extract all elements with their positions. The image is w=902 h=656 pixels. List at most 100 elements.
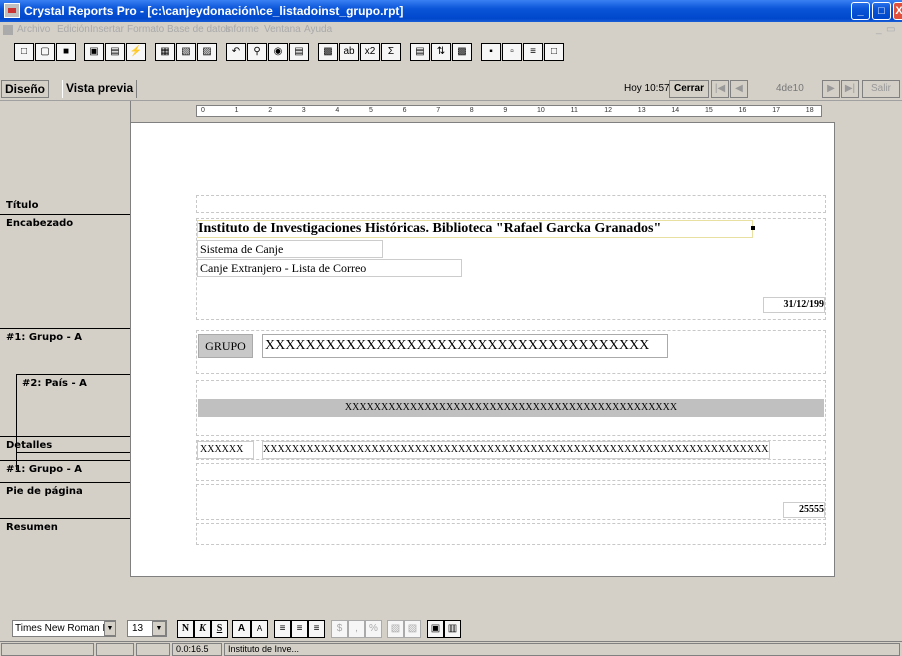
ruler-tick-label: 14 xyxy=(671,107,680,114)
horizontal-ruler[interactable]: 0 1 2 3 4 5 6 7 8 9 10 11 12 13 14 15 16 17 18 xyxy=(196,105,822,117)
save-icon[interactable]: ■ xyxy=(56,43,76,61)
comma-icon[interactable]: , xyxy=(348,620,365,638)
doc-icon[interactable] xyxy=(3,25,13,35)
align-left-icon[interactable]: ≡ xyxy=(274,620,291,638)
mdi-minimize-icon[interactable]: _ xyxy=(876,24,882,35)
section-grupo-1[interactable]: #1: Grupo - A xyxy=(6,332,82,343)
print-preview-icon[interactable]: ▣ xyxy=(84,43,104,61)
currency-icon[interactable]: $ xyxy=(331,620,348,638)
bold-button[interactable]: N xyxy=(177,620,194,638)
chevron-down-icon[interactable]: ▼ xyxy=(152,621,166,636)
date-field[interactable]: 31/12/199 xyxy=(763,297,825,313)
menu-ayuda[interactable]: Ayuda xyxy=(304,24,332,35)
exit-button[interactable]: Salir xyxy=(862,80,900,98)
percent-icon[interactable]: % xyxy=(365,620,382,638)
heading-field[interactable]: Instituto de Investigaciones Históricas.… xyxy=(197,220,753,238)
font-select[interactable]: Times New Roman I xyxy=(12,620,116,637)
menu-formato[interactable]: Formato xyxy=(127,24,164,35)
section-pais-2[interactable]: #2: País - A xyxy=(22,378,87,389)
insert-picture-icon[interactable]: ▫ xyxy=(502,43,522,61)
tab-vista-previa[interactable]: Vista previa xyxy=(62,80,138,98)
group-name-field[interactable]: XXXXXXXXXXXXXXXXXXXXXXXXXXXXXXXXXXXXXX xyxy=(262,334,668,358)
new-icon[interactable]: □ xyxy=(14,43,34,61)
section-pie-de-pagina[interactable]: Pie de página xyxy=(6,486,83,497)
insert-formula-icon[interactable]: x2 xyxy=(360,43,380,61)
format-section-icon[interactable]: ▩ xyxy=(452,43,472,61)
next-page-icon[interactable]: ▶ xyxy=(822,80,840,98)
insert-line-icon[interactable]: ≡ xyxy=(523,43,543,61)
mdi-restore-icon[interactable]: ▭ xyxy=(886,24,895,35)
sort-order-icon[interactable]: ⇅ xyxy=(431,43,451,61)
underline-button[interactable]: S xyxy=(211,620,228,638)
menu-edicion[interactable]: Edición xyxy=(57,24,90,35)
ruler-tick-label: 8 xyxy=(469,107,474,114)
insert-database-field-icon[interactable]: ▩ xyxy=(318,43,338,61)
insert-text-icon[interactable]: ab xyxy=(339,43,359,61)
subtitle-field[interactable]: Canje Extranjero - Lista de Correo xyxy=(197,259,462,277)
close-icon[interactable]: X xyxy=(893,2,902,20)
print-icon[interactable]: ▤ xyxy=(105,43,125,61)
ruler-tick-label: 10 xyxy=(537,107,545,114)
menu-insertar[interactable]: Insertar xyxy=(90,24,124,35)
resize-handle[interactable] xyxy=(751,226,755,230)
close-preview-button[interactable]: Cerrar xyxy=(669,80,709,98)
tab-diseno[interactable]: Diseño xyxy=(1,80,50,98)
menu-informe[interactable]: Informe xyxy=(225,24,259,35)
open-icon[interactable]: ▢ xyxy=(35,43,55,61)
italic-button[interactable]: K xyxy=(194,620,211,638)
menu-archivo[interactable]: Archivo xyxy=(17,24,50,35)
band-titulo xyxy=(196,195,826,213)
section-resumen[interactable]: Resumen xyxy=(6,522,58,533)
export-icon[interactable]: ▦ xyxy=(155,43,175,61)
mail-icon[interactable]: ▧ xyxy=(176,43,196,61)
increase-decimal-icon[interactable]: ▧ xyxy=(387,620,404,638)
align-right-icon[interactable]: ≡ xyxy=(308,620,325,638)
insert-chart-icon[interactable]: ▪ xyxy=(481,43,501,61)
app-icon[interactable] xyxy=(4,3,20,18)
font-grow-icon[interactable]: A xyxy=(232,620,251,638)
database-icon[interactable]: ▨ xyxy=(197,43,217,61)
menu-ventana[interactable]: Ventana xyxy=(264,24,301,35)
detail-name-field[interactable]: XXXXXXXXXXXXXXXXXXXXXXXXXXXXXXXXXXXXXXXX… xyxy=(262,441,770,459)
insert-summary-icon[interactable]: Σ xyxy=(381,43,401,61)
last-page-icon[interactable]: ▶| xyxy=(841,80,859,98)
decrease-decimal-icon[interactable]: ▧ xyxy=(404,620,421,638)
group-label[interactable]: GRUPO xyxy=(198,334,253,358)
insert-group-icon[interactable]: ▤ xyxy=(410,43,430,61)
first-page-icon[interactable]: |◀ xyxy=(711,80,729,98)
align-center-icon[interactable]: ≡ xyxy=(291,620,308,638)
format-icon[interactable]: ▥ xyxy=(444,620,461,638)
text-object-icon[interactable]: ▣ xyxy=(427,620,444,638)
page-number-field[interactable]: 25555 xyxy=(783,502,825,518)
refresh-icon[interactable]: ⚡ xyxy=(126,43,146,61)
undo-icon[interactable]: ↶ xyxy=(226,43,246,61)
toolbar: □ ▢ ■ ▣ ▤ ⚡ ▦ ▧ ▨ ↶ ⚲ ◉ ▤ ▩ ab x2 Σ ▤ ⇅ … xyxy=(0,38,902,68)
section-grupo-1-footer[interactable]: #1: Grupo - A xyxy=(6,464,82,475)
prev-page-icon[interactable]: ◀ xyxy=(730,80,748,98)
country-field[interactable]: XXXXXXXXXXXXXXXXXXXXXXXXXXXXXXXXXXXXXXXX… xyxy=(198,399,824,417)
section-encabezado[interactable]: Encabezado xyxy=(6,218,73,229)
section-detalles[interactable]: Detalles xyxy=(6,440,52,451)
section-divider xyxy=(0,482,130,483)
ruler: 0 1 2 3 4 5 6 7 8 9 10 11 12 13 14 15 16 17 18 xyxy=(0,100,902,123)
insert-box-icon[interactable]: □ xyxy=(544,43,564,61)
minimize-icon[interactable]: _ xyxy=(851,2,870,20)
section-panel: Título Encabezado #1: Grupo - A #2: País… xyxy=(0,122,130,604)
section-titulo[interactable]: Título xyxy=(6,200,38,211)
chevron-down-icon[interactable]: ▼ xyxy=(104,621,116,636)
zoom-icon[interactable]: ⚲ xyxy=(247,43,267,61)
section-divider xyxy=(0,518,130,519)
status-pane xyxy=(136,643,170,656)
maximize-icon[interactable]: □ xyxy=(872,2,891,20)
ruler-tick-label: 11 xyxy=(570,107,578,114)
ruler-tick-label: 7 xyxy=(436,107,441,114)
detail-code-field[interactable]: XXXXXX xyxy=(197,441,254,459)
system-field[interactable]: Sistema de Canje xyxy=(197,240,383,258)
find-icon[interactable]: ◉ xyxy=(268,43,288,61)
ruler-tick-label: 15 xyxy=(705,107,713,114)
status-bar: 0.0:16.5 Instituto de Inve... xyxy=(0,641,902,656)
menu-base-de-datos[interactable]: Base de datos xyxy=(167,24,231,35)
font-shrink-icon[interactable]: A xyxy=(251,620,268,638)
ruler-tick-label: 1 xyxy=(234,107,239,114)
select-expert-icon[interactable]: ▤ xyxy=(289,43,309,61)
